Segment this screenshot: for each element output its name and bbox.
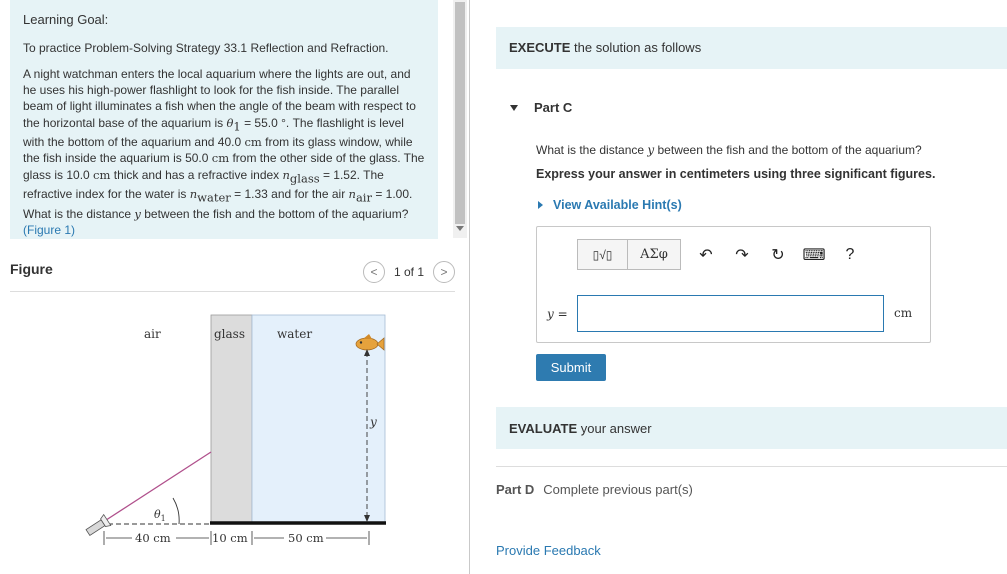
figure-link[interactable]: (Figure 1): [23, 223, 75, 237]
templates-button[interactable]: ▯√▯: [578, 240, 628, 269]
label-dist-glass: 10 cm: [212, 531, 248, 545]
glass-panel: [210, 314, 253, 523]
math-template-group: ▯√▯ ΑΣφ: [577, 239, 681, 270]
part-c-question: What is the distance y between the fish …: [536, 143, 922, 157]
figure-title: Figure: [10, 261, 53, 277]
part-d-label: Part D: [496, 482, 535, 497]
answer-box: ▯√▯ ΑΣφ ↶ ↷ ↻ ⌨ ? y = cm: [536, 226, 931, 343]
answer-input[interactable]: [577, 295, 884, 332]
next-figure-button[interactable]: >: [433, 261, 455, 283]
section-divider: [496, 466, 1007, 467]
help-icon[interactable]: ?: [839, 244, 861, 266]
view-hints-link[interactable]: View Available Hint(s): [538, 198, 682, 212]
collapse-triangle-icon[interactable]: [510, 104, 518, 111]
aquarium-figure: air glass water y θ1 40 cm 10 cm 50 cm: [85, 314, 386, 545]
problem-pane: Learning Goal: To practice Problem-Solvi…: [0, 0, 470, 574]
label-dist-air: 40 cm: [135, 531, 171, 545]
reset-icon[interactable]: ↻: [767, 244, 789, 266]
learning-goal-box: Learning Goal: To practice Problem-Solvi…: [10, 0, 438, 239]
redo-icon[interactable]: ↷: [731, 244, 753, 266]
label-theta: θ1: [154, 508, 166, 523]
symbols-button[interactable]: ΑΣφ: [628, 240, 680, 269]
learning-goal-title: Learning Goal:: [23, 12, 109, 27]
goal-scrollbar[interactable]: [453, 0, 467, 238]
answer-unit: cm: [894, 306, 913, 320]
expand-triangle-icon[interactable]: [538, 201, 543, 209]
prev-figure-button[interactable]: <: [362, 261, 385, 283]
math-toolbar: ▯√▯ ΑΣφ ↶ ↷ ↻ ⌨ ?: [577, 239, 861, 270]
view-hints-label[interactable]: View Available Hint(s): [553, 198, 682, 212]
keyboard-icon[interactable]: ⌨: [802, 244, 825, 266]
figure-page-indicator: 1 of 1: [393, 265, 424, 279]
angle-arc: [172, 497, 180, 525]
flashlight-icon: [85, 513, 112, 537]
figure-pager: < 1 of 1 >: [362, 261, 455, 283]
answer-variable-label: y =: [547, 307, 568, 321]
label-glass: glass: [214, 327, 245, 341]
part-d-row: Part D Complete previous part(s): [496, 482, 693, 497]
provide-feedback-link[interactable]: Provide Feedback: [496, 543, 601, 558]
undo-icon[interactable]: ↶: [695, 244, 717, 266]
part-c-header[interactable]: Part C: [510, 100, 572, 115]
problem-statement: A night watchman enters the local aquari…: [23, 67, 425, 237]
label-dist-water: 50 cm: [288, 531, 324, 545]
figure-header: Figure < 1 of 1 >: [10, 258, 455, 292]
part-c-instruction: Express your answer in centimeters using…: [536, 167, 936, 181]
learning-goal-intro: To practice Problem-Solving Strategy 33.…: [23, 41, 389, 55]
scroll-down-arrow-icon[interactable]: [456, 226, 464, 231]
solution-pane: EXECUTE the solution as follows Part C W…: [470, 0, 1007, 574]
part-c-label: Part C: [534, 100, 573, 115]
execute-banner: EXECUTE the solution as follows: [496, 27, 1007, 69]
label-y: y: [369, 415, 377, 429]
part-d-status: Complete previous part(s): [543, 482, 693, 497]
evaluate-banner: EVALUATE your answer: [496, 407, 1007, 449]
label-air: air: [144, 327, 161, 341]
scrollbar-thumb[interactable]: [455, 2, 465, 224]
label-water: water: [277, 327, 312, 341]
submit-button[interactable]: Submit: [536, 354, 606, 381]
